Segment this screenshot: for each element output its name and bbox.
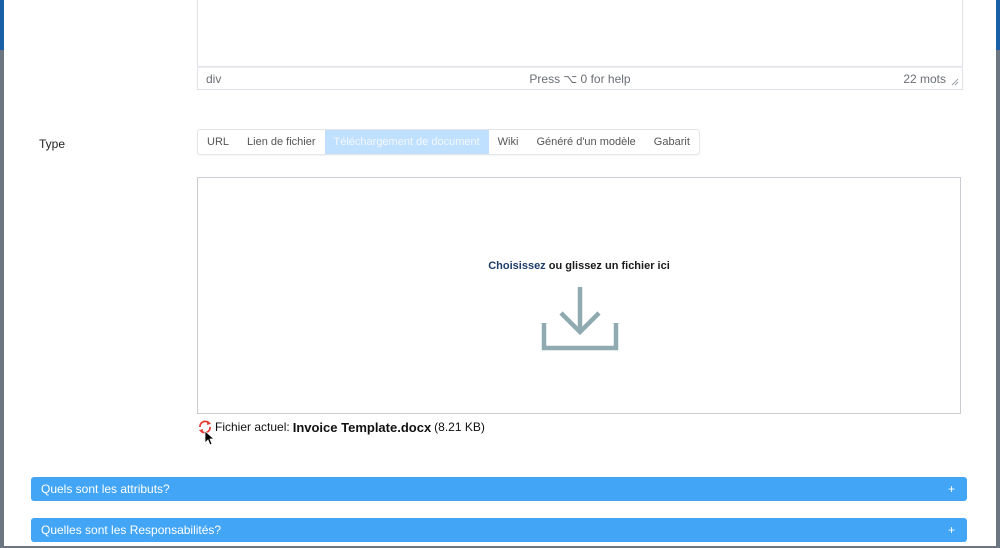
expand-plus-icon[interactable]: + <box>948 477 955 501</box>
file-dropzone[interactable]: Choisissez ou glissez un fichier ici <box>197 177 961 414</box>
resize-grip-icon[interactable] <box>951 78 959 86</box>
mouse-cursor-icon <box>204 430 214 446</box>
type-tabs: URL Lien de fichier Téléchargement de do… <box>197 129 700 155</box>
editor-help-hint: Press ⌥ 0 for help <box>529 72 631 86</box>
current-file-name: Invoice Template.docx <box>292 419 432 435</box>
tab-file-link[interactable]: Lien de fichier <box>238 130 325 154</box>
editor-status-bar: div Press ⌥ 0 for help 22 mots <box>197 67 963 90</box>
drop-hint-text: ou glissez un fichier ici <box>545 260 670 272</box>
tab-wiki[interactable]: Wiki <box>489 130 528 154</box>
editor-word-count[interactable]: 22 mots <box>903 72 946 86</box>
download-icon <box>541 287 619 351</box>
accordion-title: Quelles sont les Responsabilités? <box>41 523 222 537</box>
accordion-attributes[interactable]: Quels sont les attributs? + <box>31 477 967 501</box>
current-file-info: Fichier actuel: Invoice Template.docx (8… <box>197 416 485 438</box>
tab-template[interactable]: Gabarit <box>645 130 699 154</box>
current-file-size: (8.21 KB) <box>434 420 485 434</box>
accordion-responsibilities[interactable]: Quelles sont les Responsabilités? + <box>31 518 967 542</box>
dropzone-instructions: Choisissez ou glissez un fichier ici <box>198 260 960 272</box>
document-modal: div Press ⌥ 0 for help 22 mots Type URL … <box>4 0 996 546</box>
tab-generated-from-template[interactable]: Généré d'un modèle <box>527 130 644 154</box>
type-label: Type <box>39 137 66 151</box>
rich-text-editor[interactable] <box>197 0 963 67</box>
tab-url[interactable]: URL <box>198 130 238 154</box>
accordion-title: Quels sont les attributs? <box>41 482 170 496</box>
current-file-label: Fichier actuel: <box>215 420 290 434</box>
expand-plus-icon[interactable]: + <box>948 518 955 542</box>
choose-file-link[interactable]: Choisissez <box>488 260 545 272</box>
tab-document-upload[interactable]: Téléchargement de document <box>324 130 489 154</box>
